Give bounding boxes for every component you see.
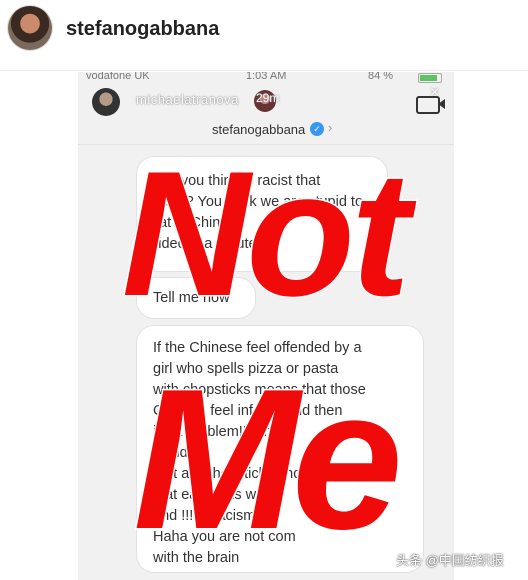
post-header: stefanogabbana bbox=[0, 0, 528, 64]
header-divider bbox=[0, 70, 528, 71]
watermark: 头条 @中国纺织报 bbox=[396, 553, 504, 568]
overlay-text-not: Not bbox=[120, 134, 412, 333]
dm-sender-time: 29m bbox=[256, 91, 280, 105]
user-avatar[interactable] bbox=[8, 6, 52, 50]
status-bar: vodafone UK 1:03 AM 84 % bbox=[78, 72, 454, 86]
battery-icon bbox=[418, 73, 442, 83]
post-username[interactable]: stefanogabbana bbox=[66, 18, 219, 41]
dm-sender-name[interactable]: michaelatranova bbox=[136, 92, 239, 107]
battery-percent: 84 % bbox=[368, 72, 394, 82]
carrier-label: vodafone UK bbox=[86, 72, 150, 82]
overlay-text-me: Me bbox=[132, 348, 405, 571]
chevron-right-icon[interactable]: › bbox=[328, 120, 332, 135]
video-call-icon[interactable] bbox=[416, 96, 440, 114]
status-time: 1:03 AM bbox=[246, 72, 287, 82]
sender-avatar[interactable] bbox=[92, 88, 120, 116]
